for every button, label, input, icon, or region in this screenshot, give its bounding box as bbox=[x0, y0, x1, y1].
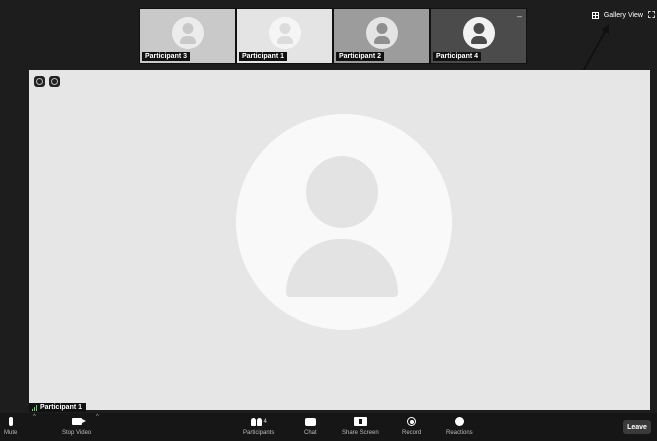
stop-video-button[interactable]: Stop Video bbox=[62, 416, 91, 436]
more-options-icon[interactable]: – bbox=[517, 11, 522, 21]
gallery-view-button[interactable]: Gallery View bbox=[591, 12, 643, 19]
participant-name: Participant 4 bbox=[433, 52, 482, 61]
shield-icon[interactable] bbox=[34, 76, 45, 87]
participants-button[interactable]: 4 Participants bbox=[243, 416, 274, 436]
participant-name: Participant 1 bbox=[239, 52, 288, 61]
main-video-icons bbox=[34, 76, 60, 87]
active-speaker-name: Participant 1 bbox=[40, 404, 83, 411]
chat-icon bbox=[304, 417, 316, 426]
meeting-toolbar: Mute ^ Stop Video ^ 4 Participants Chat … bbox=[0, 413, 657, 441]
reactions-icon bbox=[454, 417, 464, 426]
participants-icon bbox=[250, 417, 262, 426]
participant-name: Participant 3 bbox=[142, 52, 191, 61]
avatar bbox=[365, 17, 398, 49]
share-screen-icon bbox=[353, 417, 367, 426]
leave-button[interactable]: Leave bbox=[623, 420, 651, 434]
participants-count: 4 bbox=[263, 418, 267, 425]
grid-icon bbox=[591, 12, 599, 19]
participant-thumbnail[interactable]: Participant 1 bbox=[236, 8, 333, 64]
share-screen-button[interactable]: Share Screen bbox=[342, 416, 379, 436]
settings-icon[interactable] bbox=[49, 76, 60, 87]
participant-thumbnail[interactable]: Participant 2 bbox=[333, 8, 430, 64]
participant-thumbnail[interactable]: Participant 4 – bbox=[430, 8, 527, 64]
avatar bbox=[171, 17, 204, 49]
video-camera-icon bbox=[71, 418, 86, 425]
participant-name: Participant 2 bbox=[336, 52, 385, 61]
chevron-up-icon[interactable]: ^ bbox=[96, 414, 99, 420]
fullscreen-icon[interactable] bbox=[648, 11, 655, 18]
record-icon bbox=[407, 417, 417, 426]
chevron-up-icon[interactable]: ^ bbox=[33, 414, 36, 420]
chat-button[interactable]: Chat bbox=[304, 416, 317, 436]
participant-thumbnail[interactable]: Participant 3 bbox=[139, 8, 236, 64]
mute-label: Mute bbox=[4, 430, 18, 436]
main-video-panel: Participant 1 bbox=[29, 70, 650, 412]
avatar bbox=[268, 17, 301, 49]
microphone-icon bbox=[8, 417, 13, 426]
reactions-label: Reactions bbox=[446, 430, 473, 436]
avatar bbox=[236, 114, 452, 330]
active-speaker-label: Participant 1 bbox=[29, 403, 87, 412]
mute-button[interactable]: Mute bbox=[4, 416, 17, 436]
participants-label: Participants bbox=[243, 430, 275, 436]
stop-video-label: Stop Video bbox=[62, 430, 92, 436]
record-label: Record bbox=[402, 430, 422, 436]
gallery-view-label: Gallery View bbox=[603, 12, 643, 19]
record-button[interactable]: Record bbox=[402, 416, 421, 436]
signal-icon bbox=[32, 404, 37, 411]
chat-label: Chat bbox=[304, 430, 317, 436]
reactions-button[interactable]: Reactions bbox=[446, 416, 473, 436]
thumbnail-strip: Participant 3 Participant 1 Participant … bbox=[139, 8, 527, 64]
share-screen-label: Share Screen bbox=[342, 430, 379, 436]
avatar bbox=[462, 17, 495, 49]
